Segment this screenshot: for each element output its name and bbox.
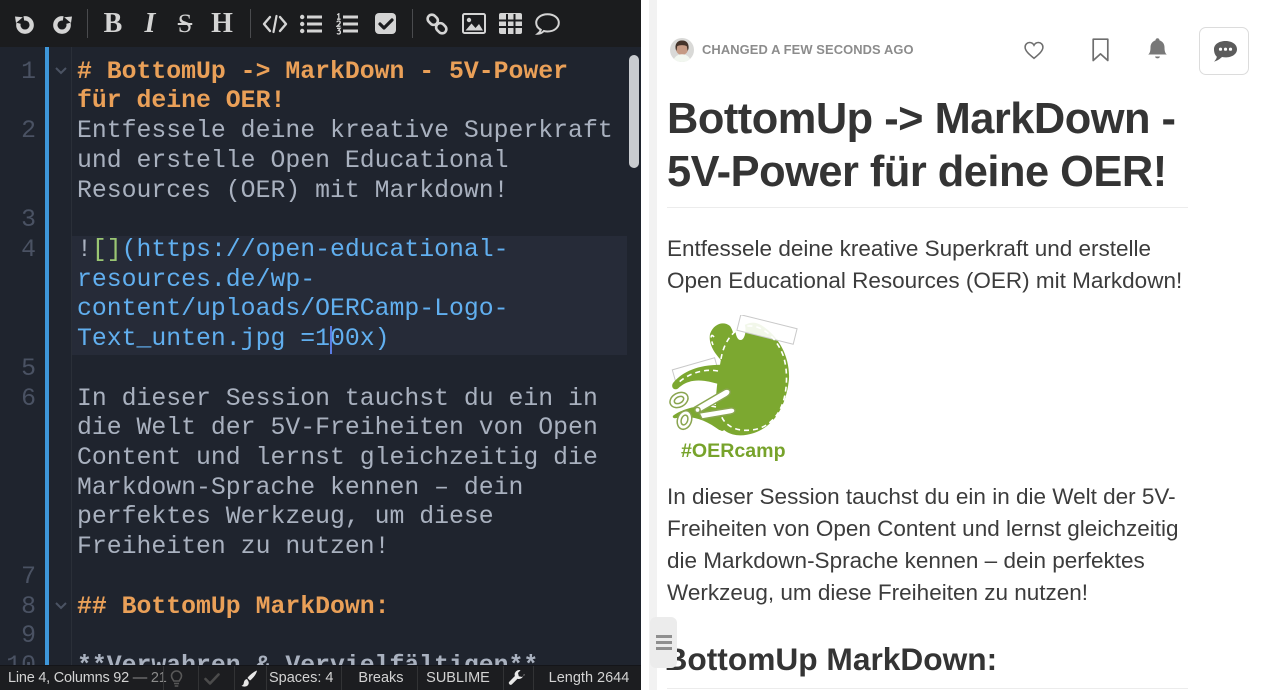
svg-text:#OERcamp: #OERcamp [681, 440, 786, 462]
